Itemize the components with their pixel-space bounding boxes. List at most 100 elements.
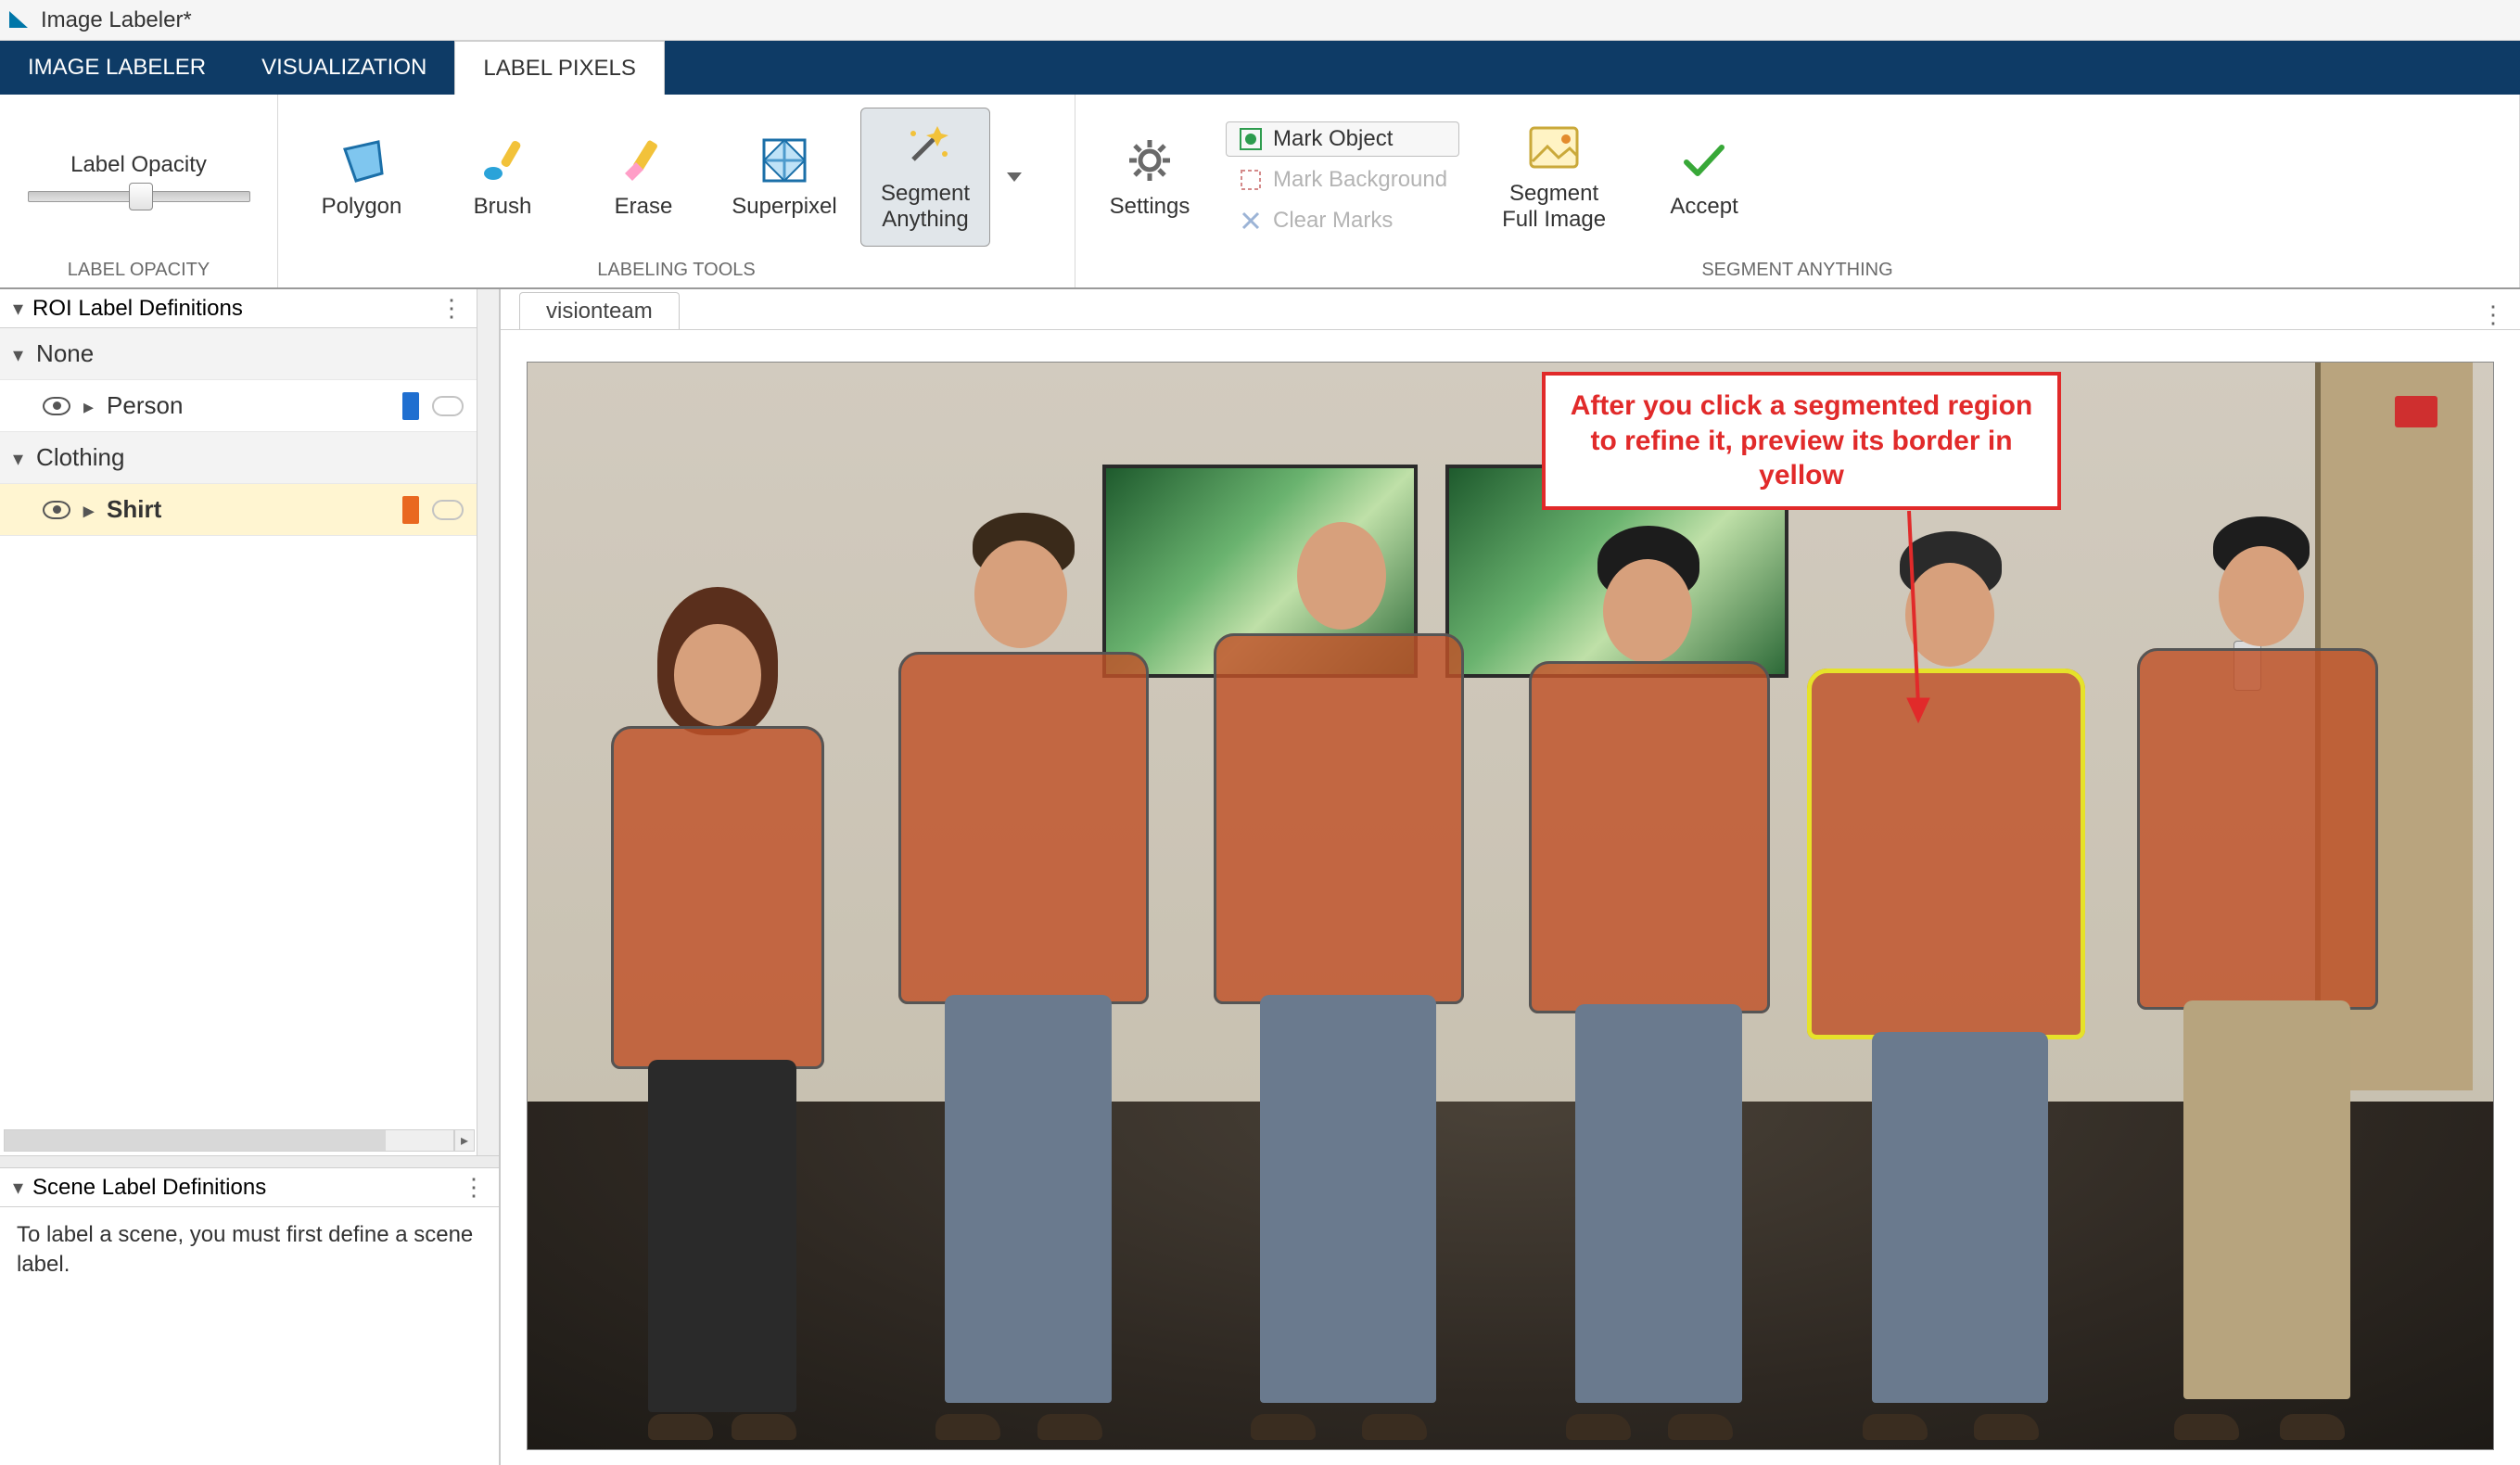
tab-visualization[interactable]: VISUALIZATION (234, 41, 454, 95)
scene-panel-header[interactable]: Scene Label Definitions ⋮ (0, 1168, 499, 1207)
label-opacity-label: Label Opacity (14, 152, 264, 178)
polygon-label: Polygon (322, 194, 402, 220)
main-area: visionteam ⋮ (501, 289, 2520, 1465)
document-tabs-menu-icon[interactable]: ⋮ (2481, 300, 2505, 329)
section-title-labeling-tools: LABELING TOOLS (278, 260, 1075, 287)
mark-object-button[interactable]: Mark Object (1226, 121, 1459, 157)
polygon-icon (336, 134, 388, 186)
titlebar: Image Labeler* (0, 0, 2520, 41)
chevron-down-icon (13, 296, 23, 322)
superpixel-icon (758, 134, 810, 186)
roi-group-clothing-label: Clothing (36, 443, 124, 472)
ribbon-toolstrip: Label Opacity LABEL OPACITY Polygon Brus… (0, 95, 2520, 289)
superpixel-label: Superpixel (732, 194, 836, 220)
segment-full-image-label: Segment Full Image (1502, 181, 1606, 232)
scene-header-label: Scene Label Definitions (32, 1175, 266, 1201)
roi-item-person-label: Person (107, 391, 389, 420)
roi-vertical-scrollbar[interactable] (477, 289, 499, 1155)
label-opacity-slider-thumb[interactable] (129, 183, 153, 210)
canvas-wrap: After you click a segmented region to re… (501, 330, 2520, 1465)
tab-image-labeler[interactable]: IMAGE LABELER (0, 41, 234, 95)
roi-item-shirt[interactable]: Shirt (0, 484, 477, 536)
horizontal-splitter[interactable] (0, 1155, 499, 1168)
gear-icon (1124, 134, 1176, 186)
section-title-label-opacity: LABEL OPACITY (0, 260, 277, 287)
person-3 (1195, 503, 1483, 1440)
section-title-segment-anything: SEGMENT ANYTHING (1075, 260, 2519, 287)
ribbon-tabstrip: IMAGE LABELER VISUALIZATION LABEL PIXELS (0, 41, 2520, 95)
chevron-down-icon (13, 1175, 23, 1201)
mark-controls: Mark Object Mark Background Clear Marks (1226, 116, 1459, 238)
roi-panel-menu-icon[interactable]: ⋮ (439, 294, 464, 323)
labeling-tools-dropdown[interactable] (1001, 108, 1027, 247)
magic-wand-icon (899, 121, 951, 173)
roi-hscroll-right-button[interactable]: ▸ (454, 1129, 475, 1152)
tab-label-pixels[interactable]: LABEL PIXELS (454, 41, 665, 95)
roi-group-none-label: None (36, 339, 94, 368)
chevron-down-icon (13, 339, 23, 368)
visibility-eye-icon[interactable] (43, 397, 70, 415)
mark-background-button[interactable]: Mark Background (1226, 162, 1459, 197)
left-column: ROI Label Definitions ⋮ None Person (0, 289, 501, 1465)
roi-header-label: ROI Label Definitions (32, 296, 243, 322)
roi-horizontal-scrollbar[interactable] (4, 1129, 454, 1152)
document-tabs: visionteam ⋮ (501, 289, 2520, 330)
segment-anything-label: Segment Anything (881, 181, 970, 232)
image-canvas[interactable]: After you click a segmented region to re… (527, 362, 2494, 1450)
segment-anything-tool-button[interactable]: Segment Anything (860, 108, 990, 247)
document-tab-visionteam[interactable]: visionteam (519, 292, 680, 329)
roi-item-person[interactable]: Person (0, 380, 477, 432)
roi-shape-icon (432, 500, 464, 520)
matlab-app-icon (9, 9, 32, 32)
mark-object-label: Mark Object (1273, 126, 1393, 152)
roi-tree-scroll-area: ▸ (0, 536, 477, 1155)
erase-tool-button[interactable]: Erase (579, 108, 708, 247)
roi-group-none[interactable]: None (0, 328, 477, 380)
annotation-callout-text: After you click a segmented region to re… (1571, 390, 2032, 490)
roi-item-shirt-label: Shirt (107, 495, 389, 524)
visibility-eye-icon[interactable] (43, 501, 70, 519)
clear-marks-label: Clear Marks (1273, 208, 1393, 234)
roi-tree: None Person Clothing (0, 328, 477, 536)
superpixel-tool-button[interactable]: Superpixel (719, 108, 849, 247)
person-2 (871, 513, 1167, 1440)
document-tab-label: visionteam (546, 299, 653, 325)
segment-full-image-button[interactable]: Segment Full Image (1480, 108, 1628, 247)
erase-icon (617, 134, 669, 186)
check-icon (1678, 134, 1730, 186)
mark-background-icon (1238, 167, 1264, 193)
roi-shape-icon (432, 396, 464, 416)
mark-background-label: Mark Background (1273, 167, 1447, 193)
roi-person-color-swatch[interactable] (402, 392, 419, 420)
person-1 (583, 568, 843, 1440)
clear-marks-icon (1238, 208, 1264, 234)
clear-marks-button[interactable]: Clear Marks (1226, 203, 1459, 238)
person-6 (2113, 513, 2391, 1440)
brush-tool-button[interactable]: Brush (438, 108, 567, 247)
chevron-right-icon (83, 495, 94, 524)
app-title: Image Labeler* (41, 7, 192, 33)
erase-label: Erase (615, 194, 673, 220)
chevron-right-icon (83, 391, 94, 420)
mark-object-icon (1238, 126, 1264, 152)
annotation-callout: After you click a segmented region to re… (1542, 372, 2061, 510)
brush-icon (477, 134, 528, 186)
accept-label: Accept (1670, 194, 1737, 220)
content-area: ROI Label Definitions ⋮ None Person (0, 289, 2520, 1465)
roi-panel-header[interactable]: ROI Label Definitions ⋮ (0, 289, 477, 328)
roi-group-clothing[interactable]: Clothing (0, 432, 477, 484)
scene-panel-menu-icon[interactable]: ⋮ (462, 1173, 486, 1202)
annotation-arrow-icon (1807, 502, 1974, 743)
settings-button[interactable]: Settings (1094, 108, 1205, 247)
person-4 (1501, 522, 1788, 1440)
accept-button[interactable]: Accept (1648, 108, 1760, 247)
label-opacity-slider[interactable] (28, 191, 250, 202)
scene-help-text: To label a scene, you must first define … (0, 1207, 499, 1293)
settings-label: Settings (1110, 194, 1190, 220)
chevron-down-icon (13, 443, 23, 472)
polygon-tool-button[interactable]: Polygon (297, 108, 426, 247)
fire-alarm (2395, 396, 2437, 427)
brush-label: Brush (474, 194, 532, 220)
scene-panel: Scene Label Definitions ⋮ To label a sce… (0, 1168, 499, 1465)
roi-shirt-color-swatch[interactable] (402, 496, 419, 524)
